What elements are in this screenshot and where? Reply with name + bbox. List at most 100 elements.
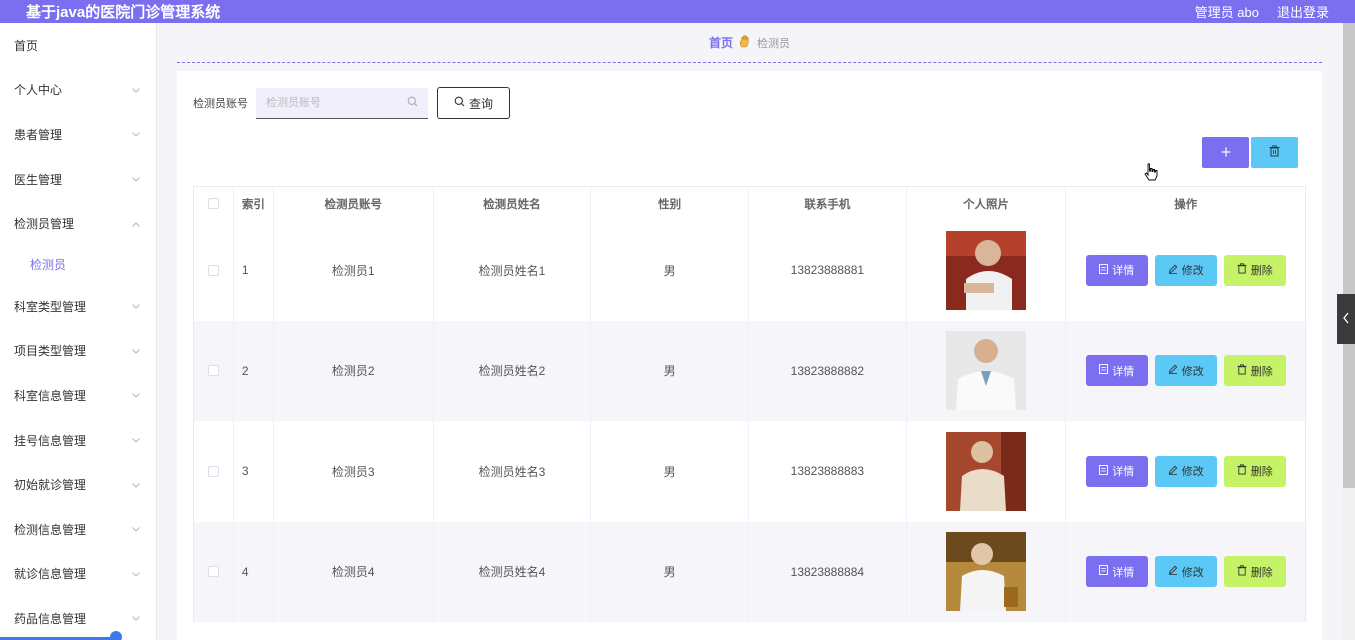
sidebar-item[interactable]: 药品信息管理: [0, 596, 156, 640]
row-actions: 详情 修改 删除: [1066, 522, 1305, 623]
row-phone: 13823888881: [749, 220, 907, 321]
row-account: 检测员4: [274, 521, 434, 622]
sidebar-item[interactable]: 挂号信息管理: [0, 418, 156, 463]
edit-button-label: 修改: [1181, 265, 1204, 278]
sidebar-item-label: 药品信息管理: [14, 611, 87, 626]
search-button[interactable]: 查询: [437, 87, 510, 119]
delete-button[interactable]: 删除: [1223, 355, 1286, 387]
row-select-cell: [194, 320, 234, 421]
row-account: 检测员2: [274, 320, 434, 421]
row-actions: 详情 修改 删除: [1066, 321, 1305, 422]
inspector-photo[interactable]: [946, 230, 1027, 310]
detail-button-label: 详情: [1112, 566, 1135, 579]
row-name: 检测员姓名2: [434, 320, 592, 421]
inspector-photo[interactable]: [946, 532, 1027, 612]
search-input[interactable]: [266, 96, 396, 109]
sidebar-item[interactable]: 检测信息管理: [0, 507, 156, 552]
sidebar-item[interactable]: 个人中心: [0, 68, 156, 113]
row-index: 1: [234, 220, 274, 321]
column-header: 索引: [234, 187, 274, 220]
row-checkbox[interactable]: [207, 566, 219, 578]
delete-button[interactable]: 删除: [1223, 455, 1286, 487]
detail-button[interactable]: 详情: [1085, 355, 1148, 387]
sidebar-item[interactable]: 患者管理: [0, 112, 156, 157]
row-photo-cell: [907, 320, 1067, 421]
chevron-down-icon: [132, 171, 140, 182]
sidebar-item[interactable]: 医生管理: [0, 157, 156, 202]
detail-button[interactable]: 详情: [1085, 254, 1148, 286]
add-button[interactable]: [1202, 137, 1249, 168]
table-row: 4 检测员4 检测员姓名4 男 13823888884 详情 修改 删除: [193, 521, 1306, 623]
chevron-down-icon: [132, 566, 140, 577]
chevron-down-icon: [132, 82, 140, 93]
logout-link[interactable]: 退出登录: [1277, 2, 1329, 21]
column-header: 性别: [591, 187, 749, 220]
search-icon: [454, 96, 465, 110]
breadcrumb-home[interactable]: 首页: [709, 34, 733, 51]
trash-icon: [1237, 364, 1247, 378]
detail-button-label: 详情: [1112, 365, 1135, 378]
sidebar-item[interactable]: 科室类型管理: [0, 284, 156, 329]
column-header: 个人照片: [907, 187, 1067, 220]
detail-button[interactable]: 详情: [1085, 455, 1148, 487]
row-name: 检测员姓名1: [434, 220, 592, 321]
edit-button[interactable]: 修改: [1154, 556, 1217, 588]
chevron-down-icon: [132, 126, 140, 138]
search-form: 检测员账号 查询: [193, 87, 510, 119]
breadcrumb-current: 检测员: [757, 37, 790, 50]
sidebar-item[interactable]: 就诊信息管理: [0, 552, 156, 597]
inspector-photo[interactable]: [946, 431, 1027, 511]
row-photo-cell: [907, 220, 1067, 321]
row-checkbox[interactable]: [207, 264, 219, 276]
edit-button-label: 修改: [1181, 566, 1204, 579]
inspector-photo[interactable]: [946, 331, 1027, 411]
select-all-cell: [194, 187, 234, 220]
sidebar-item-label: 首页: [14, 38, 39, 53]
edit-button-label: 修改: [1181, 365, 1204, 378]
row-actions: 详情 修改 删除: [1066, 421, 1305, 522]
select-all-checkbox[interactable]: [207, 198, 219, 209]
sidebar-item-label: 科室信息管理: [14, 388, 87, 403]
chevron-down-icon: [132, 387, 140, 399]
row-index: 4: [234, 521, 274, 622]
sidebar-item[interactable]: 首页: [0, 23, 156, 68]
row-checkbox[interactable]: [207, 365, 219, 377]
row-account: 检测员1: [274, 220, 434, 321]
column-header: 检测员账号: [274, 187, 434, 220]
pencil-icon: [1168, 565, 1178, 578]
delete-button-label: 删除: [1250, 265, 1273, 278]
side-panel-toggle[interactable]: [1337, 294, 1355, 344]
row-select-cell: [194, 421, 234, 522]
sidebar-item[interactable]: 初始就诊管理: [0, 462, 156, 507]
main-content: 首页 检测员 检测员账号 查询: [157, 23, 1355, 640]
edit-button[interactable]: 修改: [1154, 455, 1217, 487]
row-account: 检测员3: [274, 421, 434, 522]
detail-button[interactable]: 详情: [1085, 556, 1148, 588]
row-phone: 13823888884: [749, 521, 907, 622]
row-photo-cell: [907, 421, 1067, 522]
search-label: 检测员账号: [193, 98, 248, 110]
search-field[interactable]: [256, 87, 428, 119]
delete-button[interactable]: 删除: [1223, 556, 1286, 588]
edit-button[interactable]: 修改: [1154, 254, 1217, 286]
table-body: 1 检测员1 检测员姓名1 男 13823888881 详情 修改 删除 2 检测员2 检测员姓名2…: [193, 220, 1306, 622]
search-button-label: 查询: [468, 96, 493, 111]
batch-delete-button[interactable]: [1251, 137, 1298, 168]
sidebar-scroll-handle[interactable]: [110, 631, 122, 640]
page-scrollbar-thumb[interactable]: [1343, 23, 1355, 488]
pencil-icon: [1168, 364, 1178, 377]
sidebar-item-label: 检测员管理: [14, 217, 75, 232]
sidebar-item[interactable]: 科室信息管理: [0, 373, 156, 418]
detail-button-label: 详情: [1112, 466, 1135, 479]
edit-button[interactable]: 修改: [1154, 355, 1217, 387]
sidebar-item-label: 就诊信息管理: [14, 567, 87, 582]
delete-button[interactable]: 删除: [1223, 254, 1286, 286]
row-name: 检测员姓名3: [434, 421, 592, 522]
sidebar-item[interactable]: 项目类型管理: [0, 329, 156, 374]
document-icon: [1099, 364, 1109, 377]
row-index: 3: [234, 421, 274, 522]
sidebar-subitem[interactable]: 检测员: [0, 246, 156, 284]
row-checkbox[interactable]: [207, 465, 219, 477]
sidebar-item[interactable]: 检测员管理: [0, 201, 156, 246]
pencil-icon: [1168, 465, 1178, 478]
